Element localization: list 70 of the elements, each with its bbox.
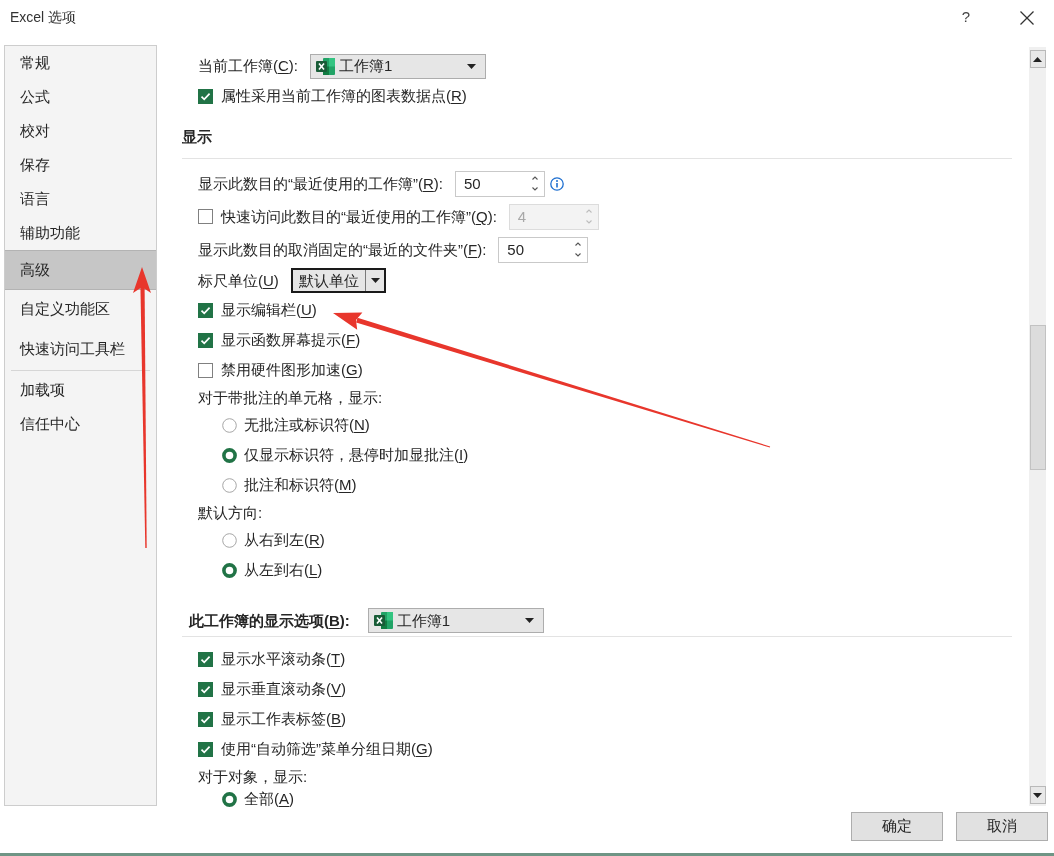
checkbox[interactable]	[198, 711, 213, 727]
spreadsheet-icon	[373, 612, 393, 629]
checkbox-label[interactable]: 显示编辑栏(U)	[221, 300, 317, 320]
spreadsheet-icon	[316, 57, 335, 75]
sidebar-item[interactable]: 常规	[5, 46, 156, 80]
down-arrow-icon	[1033, 792, 1042, 798]
dropdown-caret-icon	[370, 278, 380, 283]
scroll-down-button[interactable]	[1029, 786, 1046, 804]
scroll-up-button[interactable]	[1029, 50, 1046, 68]
radio-button[interactable]	[222, 417, 237, 433]
radio-label[interactable]: 全部(A)	[244, 789, 294, 809]
checkbox-label[interactable]: 使用“自动筛选”菜单分组日期(G)	[221, 739, 433, 759]
dropdown-caret-icon	[524, 618, 534, 623]
radio-button[interactable]	[222, 562, 237, 578]
up-arrow-icon	[1033, 56, 1042, 62]
field-label: 当前工作簿(C):	[198, 56, 298, 76]
radio-button[interactable]	[222, 791, 237, 807]
field-label: 显示此数目的“最近使用的工作簿”(R):	[198, 173, 443, 194]
sidebar-item[interactable]: 高级	[5, 250, 156, 290]
group-label: 对于对象，显示:	[198, 766, 308, 787]
sidebar-item[interactable]: 自定义功能区	[5, 290, 156, 330]
dialog-button[interactable]: 取消	[956, 812, 1048, 841]
checkbox-label[interactable]: 显示水平滚动条(T)	[221, 649, 346, 669]
radio-label[interactable]: 从右到左(R)	[244, 530, 325, 550]
checkbox-label[interactable]: 显示工作表标签(B)	[221, 709, 346, 729]
radio-button[interactable]	[222, 447, 237, 463]
scrollbar-track[interactable]	[1029, 47, 1046, 806]
close-icon	[1020, 11, 1034, 25]
checkbox[interactable]	[198, 681, 213, 697]
section-title: 显示	[182, 128, 212, 145]
checkbox-label[interactable]: 禁用硬件图形加速(G)	[221, 360, 363, 380]
workbook-dropdown[interactable]: 工作簿1	[367, 608, 544, 633]
scrollbar-thumb[interactable]	[1029, 325, 1046, 470]
sidebar-item[interactable]: 公式	[5, 80, 156, 114]
unit-dropdown[interactable]: 默认单位	[290, 268, 386, 293]
checkbox[interactable]	[198, 302, 213, 318]
workbook-dropdown[interactable]: 工作簿1	[310, 53, 486, 79]
sidebar-item[interactable]: 信任中心	[5, 407, 156, 441]
radio-button[interactable]	[222, 532, 237, 548]
dialog-button[interactable]: 确定	[851, 812, 943, 841]
dropdown-caret-icon	[467, 63, 476, 69]
number-field[interactable]: 50	[498, 236, 589, 263]
group-label: 对于带批注的单元格，显示:	[198, 387, 383, 408]
checkbox[interactable]	[198, 332, 213, 348]
radio-label[interactable]: 从左到右(L)	[244, 560, 323, 580]
number-field[interactable]: 50	[455, 170, 545, 197]
group-label: 默认方向:	[198, 502, 263, 523]
section-title: 此工作簿的显示选项(B):	[189, 610, 350, 631]
radio-button[interactable]	[222, 477, 237, 493]
sidebar-item[interactable]: 加载项	[5, 373, 156, 407]
checkbox-label[interactable]: 属性采用当前工作簿的图表数据点(R)	[221, 86, 467, 106]
checkbox[interactable]	[198, 88, 213, 104]
radio-label[interactable]: 无批注或标识符(N)	[244, 415, 370, 435]
radio-label[interactable]: 批注和标识符(M)	[244, 475, 357, 495]
field-label: 标尺单位(U)	[198, 270, 279, 291]
checkbox-label[interactable]: 显示函数屏幕提示(F)	[221, 330, 361, 350]
checkbox[interactable]	[198, 741, 213, 757]
sidebar-item[interactable]: 快速访问工具栏	[5, 330, 156, 370]
window-title: Excel 选项	[10, 8, 77, 26]
sidebar-item[interactable]: 校对	[5, 114, 156, 148]
radio-label[interactable]: 仅显示标识符，悬停时加显批注(I)	[244, 445, 469, 465]
sidebar-item[interactable]: 保存	[5, 148, 156, 182]
sidebar-item[interactable]: 辅助功能	[5, 216, 156, 250]
checkbox-label[interactable]: 显示垂直滚动条(V)	[221, 679, 346, 699]
field-label: 显示此数目的取消固定的“最近的文件夹”(F):	[198, 239, 487, 260]
help-button[interactable]: ?	[956, 6, 976, 28]
info-icon[interactable]	[550, 176, 564, 191]
sidebar-item[interactable]: 语言	[5, 182, 156, 216]
checkbox[interactable]	[198, 362, 213, 378]
checkbox[interactable]	[198, 651, 213, 667]
